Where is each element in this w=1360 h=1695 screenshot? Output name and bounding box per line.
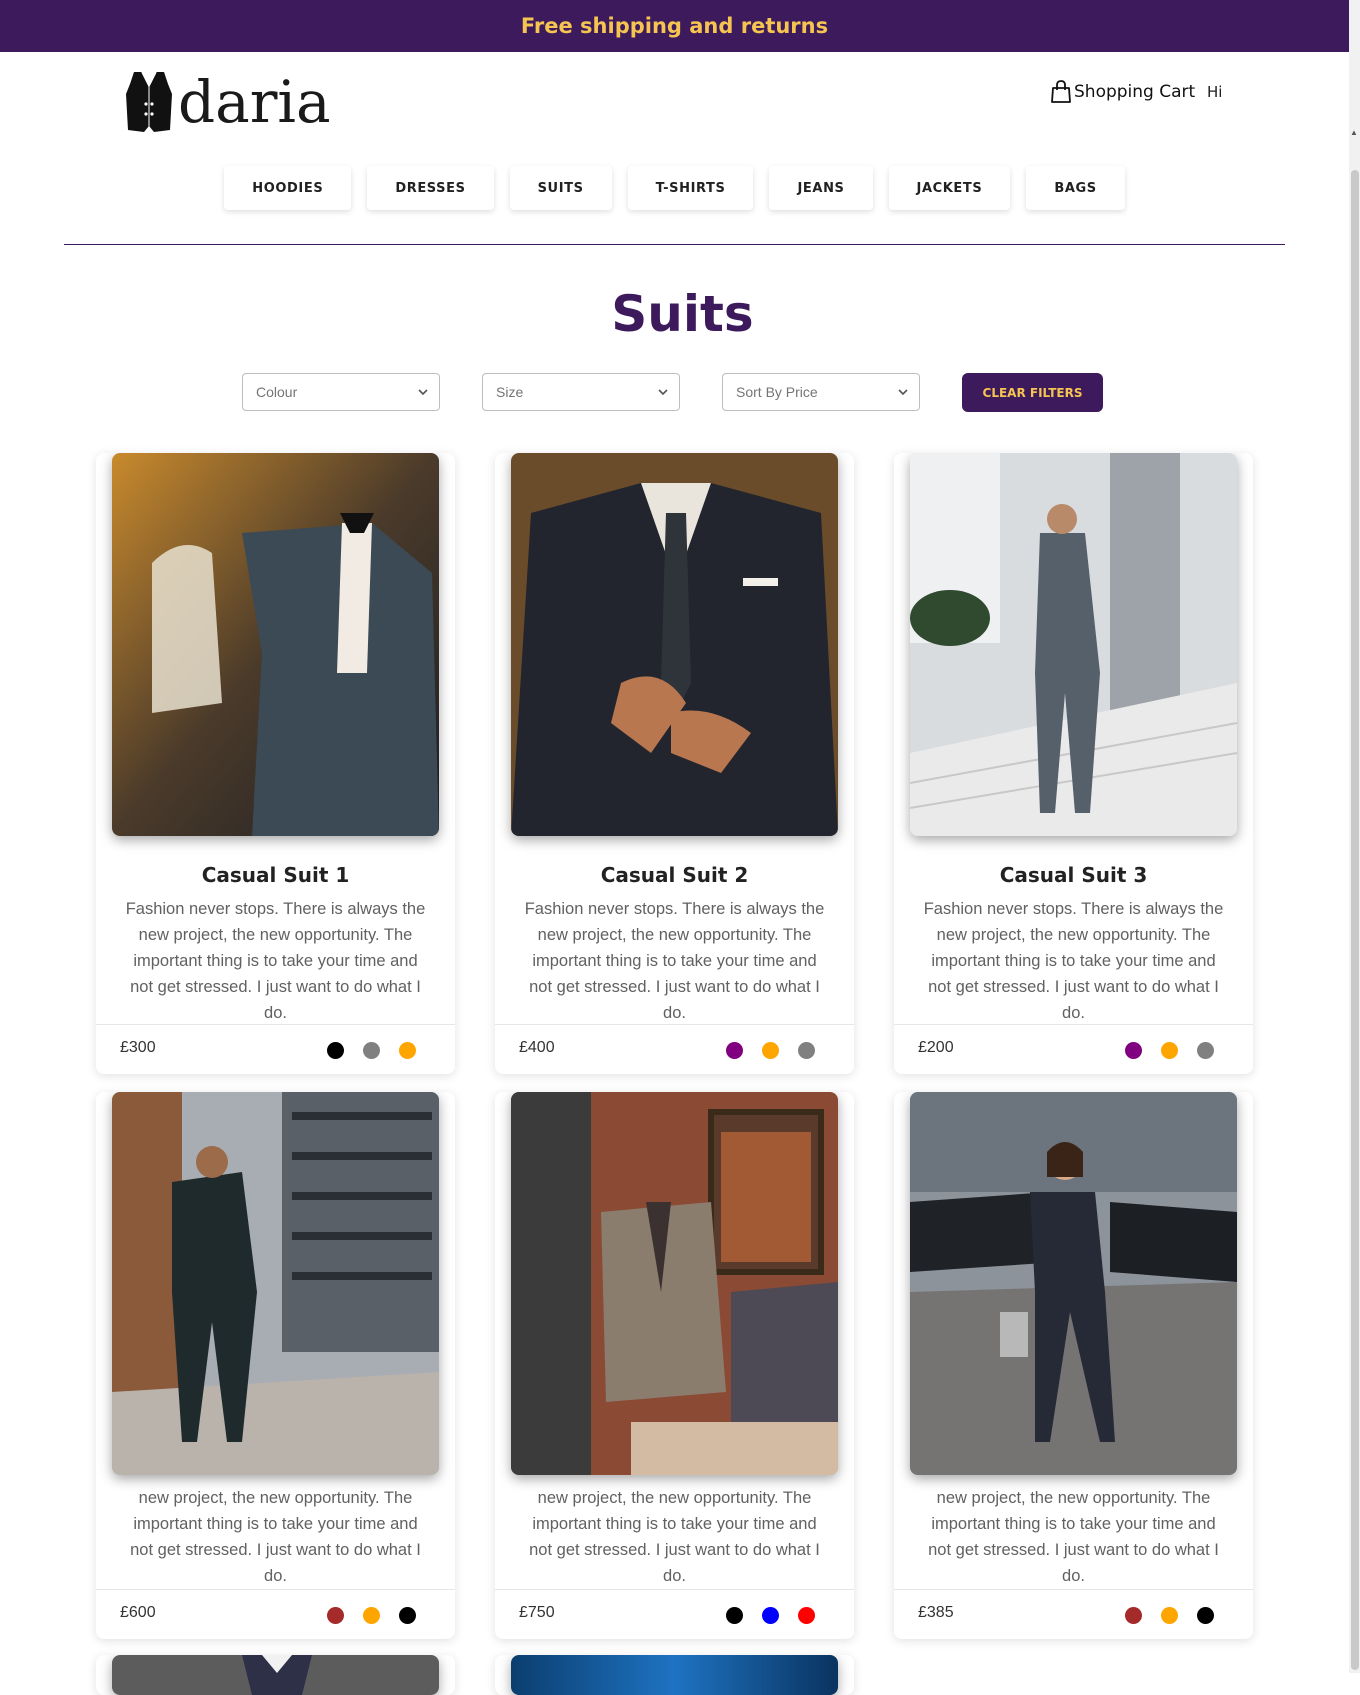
colour-select[interactable]: Colour [242,373,440,411]
color-swatch-black[interactable] [1197,1607,1214,1624]
product-title[interactable]: Casual Suit 1 [96,863,455,887]
product-image[interactable] [112,1092,439,1475]
chevron-down-icon [898,389,908,396]
product-description: new project, the new opportunity. The im… [928,1489,1219,1585]
shopping-bag-icon [1051,80,1071,103]
nav-item-suits[interactable]: SUITS [509,166,612,210]
scroll-up-icon[interactable]: ▲ [1350,128,1358,137]
size-select[interactable]: Size [482,373,680,411]
color-swatch-orange[interactable] [762,1042,779,1059]
chevron-down-icon [418,389,428,396]
product-title[interactable]: Casual Suit 2 [495,863,854,887]
product-image[interactable] [511,453,838,836]
scrollbar-thumb[interactable] [1351,170,1359,1670]
product-price: £385 [918,1604,954,1621]
color-swatch-brown[interactable] [1125,1607,1142,1624]
color-swatch-orange[interactable] [399,1042,416,1059]
color-swatch-black[interactable] [399,1607,416,1624]
product-card[interactable]: new project, the new opportunity. The im… [96,1092,455,1639]
product-footer: £750 [495,1589,854,1639]
product-card[interactable]: new project, the new opportunity. The im… [495,1092,854,1639]
color-swatch-grey[interactable] [363,1042,380,1059]
nav-item-dresses[interactable]: DRESSES [367,166,494,210]
color-swatch-black[interactable] [726,1607,743,1624]
header-divider [64,244,1285,245]
product-price: £400 [519,1039,555,1056]
nav-item-hoodies[interactable]: HOODIES [224,166,352,210]
color-swatch-grey[interactable] [798,1042,815,1059]
color-swatch-orange[interactable] [363,1607,380,1624]
product-image[interactable] [511,1092,838,1475]
product-title[interactable]: Casual Suit 3 [894,863,1253,887]
product-image[interactable] [910,453,1237,836]
product-footer: £400 [495,1024,854,1074]
nav-item-t-shirts[interactable]: T-SHIRTS [627,166,754,210]
announcement-text: Free shipping and returns [520,14,829,38]
product-price: £200 [918,1039,954,1056]
product-description: Fashion never stops. There is always the… [125,900,426,1022]
size-select-placeholder: Size [496,384,524,400]
product-card[interactable]: Casual Suit 1 Fashion never stops. There… [96,453,455,1074]
color-swatch-red[interactable] [798,1607,815,1624]
product-description: new project, the new opportunity. The im… [529,1489,820,1585]
category-nav: HOODIES DRESSES SUITS T-SHIRTS JEANS JAC… [0,166,1349,210]
product-price: £600 [120,1604,156,1621]
chevron-down-icon [658,389,668,396]
product-card[interactable]: new project, the new opportunity. The im… [894,1092,1253,1639]
product-description: Fashion never stops. There is always the… [923,900,1224,1022]
color-swatch-orange[interactable] [1161,1042,1178,1059]
color-swatch-brown[interactable] [327,1607,344,1624]
product-image[interactable] [112,1655,439,1695]
product-card[interactable]: Casual Suit 3 Fashion never stops. There… [894,453,1253,1074]
product-card[interactable]: Casual Suit 2 Fashion never stops. There… [495,453,854,1074]
clear-filters-button[interactable]: CLEAR FILTERS [962,373,1103,412]
product-image[interactable] [910,1092,1237,1475]
brand-name: daria [178,68,331,136]
product-card[interactable] [96,1655,455,1695]
vest-icon [126,71,172,132]
nav-item-jeans[interactable]: JEANS [769,166,873,210]
shopping-cart-link[interactable]: Shopping Cart [1050,80,1195,104]
product-description: Fashion never stops. There is always the… [524,900,825,1022]
nav-item-bags[interactable]: BAGS [1026,166,1125,210]
page-title: Suits [611,285,754,343]
product-description: new project, the new opportunity. The im… [130,1489,421,1585]
color-swatch-black[interactable] [327,1042,344,1059]
product-image[interactable] [112,453,439,836]
product-footer: £600 [96,1589,455,1639]
shopping-cart-label: Shopping Cart [1074,82,1196,102]
colour-select-placeholder: Colour [256,384,298,400]
product-card[interactable] [495,1655,854,1695]
color-swatch-purple[interactable] [1125,1042,1142,1059]
sort-by-price-select[interactable]: Sort By Price [722,373,920,411]
product-price: £300 [120,1039,156,1056]
color-swatch-grey[interactable] [1197,1042,1214,1059]
color-swatch-orange[interactable] [1161,1607,1178,1624]
product-price: £750 [519,1604,555,1621]
announcement-bar: Free shipping and returns [0,0,1349,52]
product-footer: £200 [894,1024,1253,1074]
sort-select-placeholder: Sort By Price [736,384,818,400]
color-swatch-blue[interactable] [762,1607,779,1624]
nav-item-jackets[interactable]: JACKETS [888,166,1011,210]
product-footer: £385 [894,1589,1253,1639]
color-swatch-purple[interactable] [726,1042,743,1059]
user-greeting[interactable]: Hi [1207,83,1222,101]
brand-logo[interactable]: daria [124,66,331,138]
product-image[interactable] [511,1655,838,1695]
product-footer: £300 [96,1024,455,1074]
